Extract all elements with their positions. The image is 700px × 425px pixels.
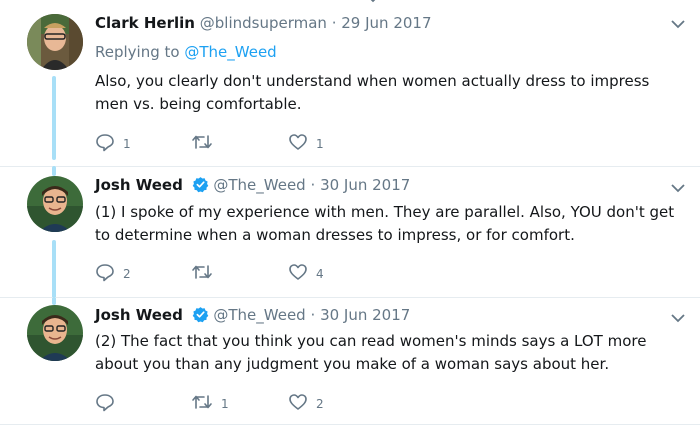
tweet-text: (1) I spoke of my experience with men. T… bbox=[95, 203, 675, 244]
like-count: 1 bbox=[316, 137, 324, 151]
reply-count: 2 bbox=[123, 267, 131, 281]
author-name[interactable]: Clark Herlin bbox=[95, 14, 195, 32]
chevron-down-icon[interactable] bbox=[670, 180, 686, 196]
reply-icon bbox=[96, 394, 114, 412]
retweet-icon bbox=[192, 265, 212, 279]
thread-line bbox=[52, 297, 56, 305]
tweet-header: Clark Herlin @blindsuperman · 29 Jun 201… bbox=[95, 13, 432, 33]
verified-badge-icon bbox=[192, 177, 208, 193]
separator: · bbox=[331, 14, 337, 32]
tweet-header: Josh Weed @The_Weed · 30 Jun 2017 bbox=[95, 305, 410, 325]
retweet-icon bbox=[192, 135, 212, 149]
chevron-down-icon[interactable] bbox=[670, 16, 686, 32]
retweet-button[interactable] bbox=[191, 262, 221, 282]
heart-icon bbox=[289, 264, 307, 280]
tweet-text: (2) The fact that you think you can read… bbox=[95, 332, 647, 373]
heart-icon bbox=[289, 134, 307, 150]
reply-button[interactable] bbox=[95, 392, 123, 412]
author-handle[interactable]: @blindsuperman bbox=[200, 14, 327, 32]
thread-line bbox=[52, 76, 56, 160]
reply-icon bbox=[96, 264, 114, 282]
author-name[interactable]: Josh Weed bbox=[95, 176, 183, 194]
thread-line bbox=[52, 240, 56, 302]
retweet-icon bbox=[192, 395, 212, 409]
reply-icon bbox=[96, 134, 114, 152]
verified-badge-icon bbox=[192, 307, 208, 323]
like-button[interactable]: 4 bbox=[288, 262, 324, 282]
thread-line bbox=[52, 166, 56, 176]
chevron-down-icon[interactable] bbox=[670, 310, 686, 326]
chevron-down-icon[interactable] bbox=[366, 0, 380, 6]
like-count: 2 bbox=[316, 397, 324, 411]
tweet-actions: 1 1 bbox=[95, 132, 395, 152]
tweet-actions: 1 2 bbox=[95, 392, 395, 412]
reply-button[interactable]: 2 bbox=[95, 262, 131, 282]
replying-to: Replying to @The_Weed bbox=[95, 42, 277, 62]
replying-to-label: Replying to bbox=[95, 43, 180, 61]
separator: · bbox=[310, 176, 316, 194]
reply-count: 1 bbox=[123, 137, 131, 151]
author-name[interactable]: Josh Weed bbox=[95, 306, 183, 324]
retweet-button[interactable]: 1 bbox=[191, 392, 229, 412]
like-button[interactable]: 2 bbox=[288, 392, 324, 412]
tweet-date[interactable]: 30 Jun 2017 bbox=[320, 306, 410, 324]
retweet-button[interactable] bbox=[191, 132, 221, 152]
divider bbox=[0, 166, 700, 167]
tweet-date[interactable]: 30 Jun 2017 bbox=[320, 176, 410, 194]
retweet-count: 1 bbox=[221, 397, 229, 411]
tweet-actions: 2 4 bbox=[95, 262, 395, 282]
like-button[interactable]: 1 bbox=[288, 132, 324, 152]
tweet-header: Josh Weed @The_Weed · 30 Jun 2017 bbox=[95, 175, 410, 195]
replying-to-mention[interactable]: @The_Weed bbox=[184, 43, 276, 61]
tweet-date[interactable]: 29 Jun 2017 bbox=[341, 14, 431, 32]
separator: · bbox=[310, 306, 316, 324]
avatar[interactable] bbox=[27, 14, 83, 70]
like-count: 4 bbox=[316, 267, 324, 281]
divider bbox=[0, 297, 700, 298]
author-handle[interactable]: @The_Weed bbox=[213, 306, 305, 324]
reply-button[interactable]: 1 bbox=[95, 132, 131, 152]
author-handle[interactable]: @The_Weed bbox=[213, 176, 305, 194]
tweet-text: Also, you clearly don't understand when … bbox=[95, 72, 650, 113]
avatar[interactable] bbox=[27, 176, 83, 232]
heart-icon bbox=[289, 394, 307, 410]
avatar[interactable] bbox=[27, 305, 83, 361]
